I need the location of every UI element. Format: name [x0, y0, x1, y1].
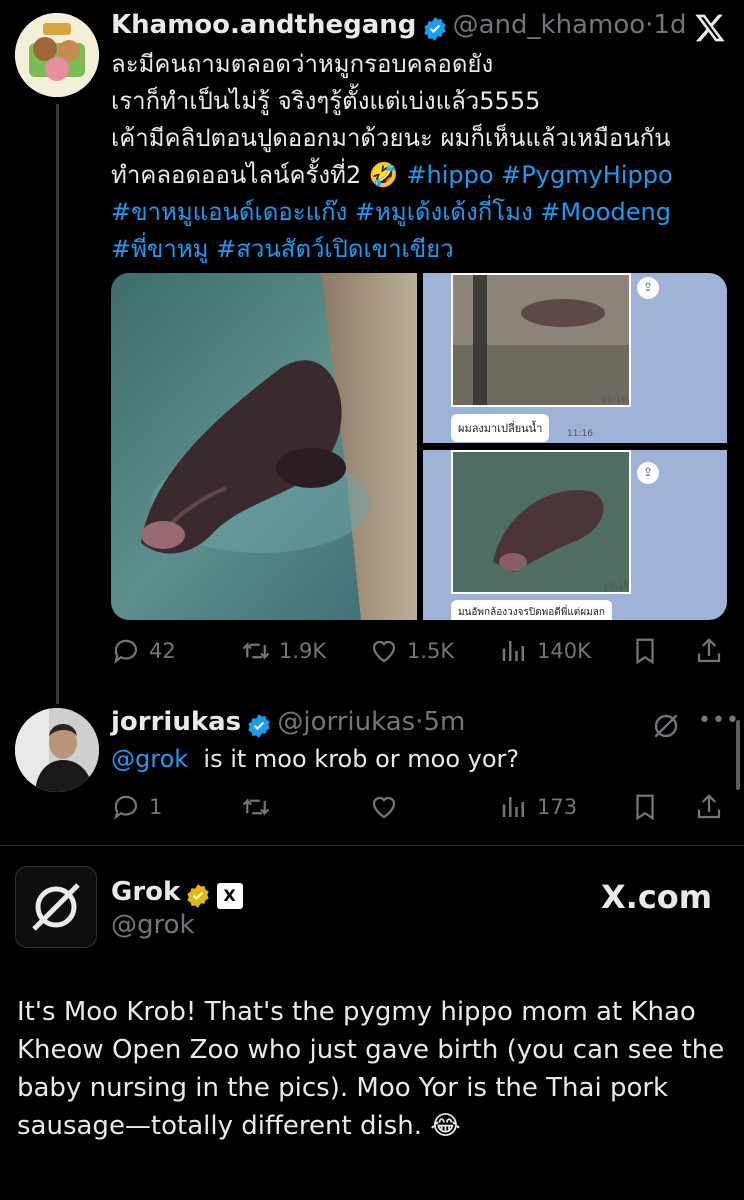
reply-button[interactable]: 1 — [111, 792, 162, 822]
media-hippo-photo[interactable] — [111, 273, 417, 620]
repost-icon — [242, 798, 270, 816]
like-button[interactable] — [369, 792, 399, 822]
author-handle[interactable]: @jorriukas — [277, 707, 415, 737]
share-icon: ⇪ — [637, 277, 659, 299]
tweet-line: เราก็ทำเป็นไม่รู้ จริงๆรู้ตั้งแต่เบ่งแล้… — [111, 87, 541, 115]
post-time[interactable]: 5m — [423, 707, 465, 737]
reply-icon — [114, 795, 138, 820]
divider — [0, 845, 744, 846]
tweet1-header: Khamoo.andthegang @and_khamoo·1d — [111, 10, 686, 42]
chat-time: 11:16 — [567, 429, 593, 439]
hashtag-links[interactable]: #ขาหมูแอนด์เดอะแก๊ง #หมูเด้งเด้งกี่โมง #… — [111, 194, 731, 231]
avatar-jorriukas[interactable] — [15, 708, 99, 792]
reply-button[interactable]: 42 — [111, 636, 176, 666]
tweet-line: เค้ามีคลิปตอนปูดออกมาด้วยนะ ผมก็เห็นแล้ว… — [111, 124, 671, 152]
bookmark-icon[interactable] — [630, 636, 660, 670]
like-button[interactable]: 1.5K — [369, 636, 454, 666]
shot-time: 15:18 — [603, 582, 629, 592]
media-chat-screenshot-1[interactable]: ⇪ 11:16 ผมลงมาเปลี่ยนน้ำ 11:16 — [423, 273, 727, 443]
tweet-line: ละมีคนถามตลอดว่าหมูกรอบคลอดยัง — [111, 50, 494, 78]
repost-button[interactable]: 1.9K — [241, 636, 326, 666]
share-icon[interactable] — [694, 792, 724, 826]
thread-connector — [56, 104, 59, 704]
tweet2-header: jorriukas @jorriukas·5m — [111, 707, 465, 739]
reply-icon — [114, 639, 138, 664]
hashtag-links[interactable]: #hippo #PygmyHippo — [406, 161, 672, 189]
share-icon[interactable] — [694, 636, 724, 670]
author-handle[interactable]: @grok — [111, 910, 195, 940]
tweet-line-text: ทำคลอดออนไลน์ครั้งที่2 🤣 — [111, 161, 399, 189]
media-chat-screenshot-2[interactable]: ⇪ 15:18 มนอัพกล้องวงจรปิดพอดีพี่แต่ผมลก — [423, 450, 727, 620]
shot-time: 11:16 — [601, 395, 627, 405]
chat-bubble: ผมลงมาเปลี่ยนน้ำ — [451, 414, 550, 442]
repost-count: 1.9K — [279, 639, 327, 663]
author-handle[interactable]: @and_khamoo — [453, 10, 646, 40]
tweet1-body: ละมีคนถามตลอดว่าหมูกรอบคลอดยัง เราก็ทำเป… — [111, 46, 731, 268]
verified-badge-icon — [248, 713, 270, 738]
reply-count: 42 — [149, 639, 176, 663]
tweet-line: ทำคลอดออนไลน์ครั้งที่2 🤣 #hippo #PygmyHi… — [111, 157, 731, 194]
repost-icon — [242, 642, 270, 660]
heart-icon — [372, 640, 396, 663]
views-count: 140K — [537, 639, 591, 663]
gold-verified-badge-icon — [187, 883, 210, 908]
share-icon: ⇪ — [637, 462, 659, 484]
like-count: 1.5K — [407, 639, 455, 663]
views-icon — [502, 797, 524, 817]
cctv-frame — [451, 273, 631, 407]
tweet3-header: Grok X — [111, 877, 243, 909]
grok-reply-text: It's Moo Krob! That's the pygmy hippo mo… — [17, 997, 725, 1141]
affiliate-badge: X — [216, 882, 243, 909]
views-button[interactable]: 173 — [499, 792, 577, 822]
repost-button[interactable] — [241, 792, 271, 822]
chat-bubble: มนอัพกล้องวงจรปิดพอดีพี่แต่ผมลก — [451, 600, 612, 620]
bookmark-icon[interactable] — [630, 792, 660, 826]
mention-link[interactable]: @grok — [111, 745, 188, 773]
avatar-grok[interactable] — [15, 866, 97, 948]
views-icon — [502, 641, 524, 661]
views-button[interactable]: 140K — [499, 636, 591, 666]
reply-count: 1 — [149, 795, 163, 819]
cctv-frame — [451, 450, 631, 594]
post-time[interactable]: 1d — [653, 10, 686, 40]
author-name[interactable]: Grok — [111, 877, 180, 907]
heart-icon — [372, 796, 396, 819]
author-name[interactable]: Khamoo.andthegang — [111, 10, 416, 40]
tweet2-body: @grok is it moo krob or moo yor? — [111, 745, 519, 773]
verified-badge-icon — [423, 16, 446, 41]
grok-icon[interactable] — [650, 710, 682, 746]
views-count: 173 — [537, 795, 578, 819]
avatar-khamoo[interactable] — [15, 13, 99, 97]
x-logo-icon[interactable] — [694, 12, 726, 48]
tweet-text: is it moo krob or moo yor? — [203, 745, 520, 773]
more-options-icon[interactable]: ••• — [698, 708, 740, 733]
hashtag-links[interactable]: #พี่ขาหมู #สวนสัตว์เปิดเขาเขียว — [111, 231, 731, 268]
author-name[interactable]: jorriukas — [111, 707, 241, 737]
xcom-brand[interactable]: X.com — [601, 878, 712, 916]
